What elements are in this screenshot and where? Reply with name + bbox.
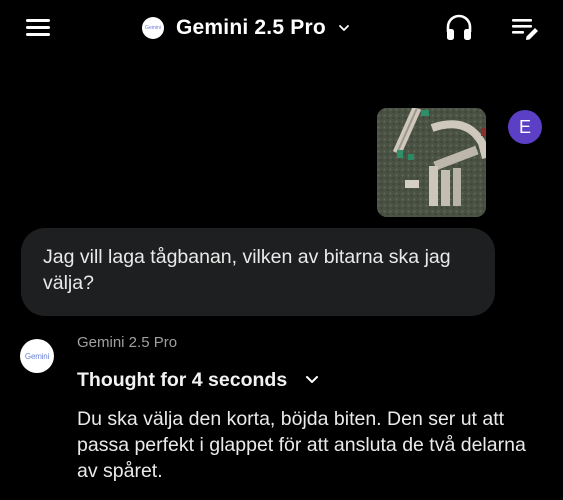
chevron-down-icon bbox=[338, 25, 349, 31]
chevron-down-icon bbox=[306, 376, 319, 383]
gemini-avatar-text: Gemini bbox=[24, 351, 50, 361]
user-message-bubble: Jag vill laga tågbanan, vilken av bitarn… bbox=[21, 228, 495, 316]
top-app-bar: Gemini Gemini 2.5 Pro bbox=[0, 0, 563, 56]
user-message-text: Jag vill laga tågbanan, vilken av bitarn… bbox=[43, 246, 451, 294]
hamburger-menu-icon[interactable] bbox=[24, 16, 54, 40]
thought-expand-toggle[interactable]: Thought for 4 seconds bbox=[77, 367, 319, 393]
list-edit-icon[interactable] bbox=[510, 16, 540, 42]
model-selector-button[interactable]: Gemini Gemini 2.5 Pro bbox=[142, 12, 350, 44]
model-name: Gemini 2.5 Pro bbox=[176, 16, 326, 39]
chat-screen: Gemini Gemini 2.5 Pro E Jag vill laga tå… bbox=[0, 0, 563, 500]
user-avatar[interactable]: E bbox=[508, 110, 542, 144]
headphones-icon[interactable] bbox=[444, 12, 474, 42]
train-track-photo bbox=[377, 108, 486, 217]
attached-photo-thumbnail[interactable] bbox=[377, 108, 486, 217]
model-logo-text: Gemini bbox=[145, 25, 161, 31]
gemini-avatar-icon: Gemini bbox=[20, 339, 54, 373]
gemini-logo-icon: Gemini bbox=[142, 17, 164, 39]
thought-label: Thought for 4 seconds bbox=[77, 368, 288, 391]
model-response-text: Du ska välja den korta, böjda biten. Den… bbox=[77, 408, 526, 482]
response-model-name: Gemini 2.5 Pro bbox=[77, 334, 178, 351]
user-avatar-initial: E bbox=[518, 116, 531, 137]
